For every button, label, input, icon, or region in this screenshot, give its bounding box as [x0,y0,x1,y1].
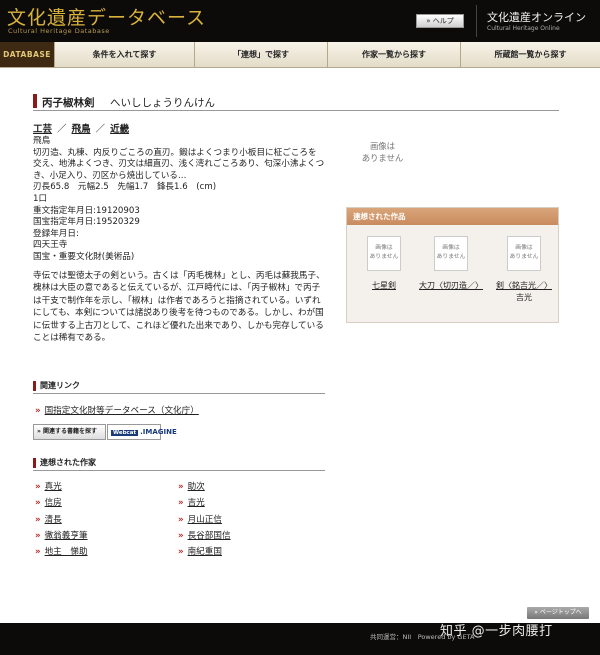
work-thumbnail[interactable]: 画像は ありません [507,236,541,271]
webcat-icon: Webcat [111,430,139,436]
artist-link[interactable]: » 南紀重国 [178,545,222,557]
arrow-icon: » [178,515,184,525]
arrow-icon: » [35,406,41,416]
arrow-icon: » [35,531,41,541]
site-logo-en: Cultural Heritage Database [8,27,110,35]
work-title-link[interactable]: 七星剣 [372,281,396,290]
nav-association-search[interactable]: 「連想」で探す [194,42,327,67]
section-marker [33,458,36,468]
artist-link[interactable]: » 助次 [178,480,205,492]
item-details: 飛鳥 切刃造、丸棟、内反りごころの直刃。鍛はよくつまり小板目に柾ごころを交え、地… [33,136,325,264]
work-thumbnail[interactable]: 画像は ありません [367,236,401,271]
artist-link[interactable]: » 徹翁義亨筆 [35,529,88,541]
work-item: 剣〈銘吉光／〉 吉光 [493,280,555,304]
detail-era: 飛鳥 [33,136,51,146]
artist-link[interactable]: » 長谷部国信 [178,529,231,541]
artist-link[interactable]: » 月山正信 [178,513,222,525]
detail-dimensions: 刃長65.8 元幅2.5 先幅1.7 鋒長1.6 (cm) [33,182,217,193]
detail-registration-date: 登録年月日: [33,228,79,239]
site-header: 文化遺産データベース Cultural Heritage Database » … [0,0,600,42]
nav-database-label: DATABASE [0,42,54,67]
help-button[interactable]: » ヘルプ [416,14,464,28]
arrow-icon: » [178,482,184,492]
arrow-icon: » [178,547,184,557]
header-divider [476,5,477,37]
breadcrumb-era[interactable]: 飛鳥 [72,124,91,135]
heritage-online-link[interactable]: 文化遺産オンライン [487,9,586,25]
arrow-icon: » [35,482,41,492]
detail-features: 切刃造、丸棟、内反りごころの直刃。鍛はよくつまり小板目に柾ごころを交え、地沸よく… [33,147,325,181]
related-works-title: 連想された作品 [347,208,558,225]
related-links-heading: 関連リンク [33,380,325,394]
artist-link[interactable]: » 吉光 [178,496,205,508]
artist-link[interactable]: » 信房 [35,496,62,508]
arrow-icon: » [35,515,41,525]
item-reading: へいししょうりんけん [110,97,215,109]
nav-artist-list[interactable]: 作家一覧から探す [327,42,460,67]
related-artists-title: 連想された作家 [40,458,96,467]
related-artists-heading: 連想された作家 [33,457,325,471]
breadcrumb-region[interactable]: 近畿 [110,124,129,135]
heritage-online-en: Cultural Heritage Online [487,25,560,32]
arrow-icon: » [178,531,184,541]
detail-quantity: 1口 [33,193,48,204]
artist-link[interactable]: » 清長 [35,513,62,525]
breadcrumb-category[interactable]: 工芸 [33,124,52,135]
item-image-placeholder: 画像は ありません [361,141,404,163]
related-links-title: 関連リンク [40,381,80,390]
detail-designation: 国宝・重要文化財(美術品) [33,251,135,262]
title-marker [33,94,37,108]
imagine-button[interactable]: Webcat .IMAGINE [107,424,177,440]
imagine-label: .IMAGINE [140,428,177,436]
work-item: 大刀〈切刃造／〉 [419,280,483,292]
work-thumbnail[interactable]: 画像は ありません [434,236,468,271]
work-artist: 吉光 [516,293,532,302]
artist-link[interactable]: » 地主 悌助 [35,545,88,557]
related-books-button[interactable]: » 関連する書籍を探す [33,424,106,440]
work-item: 七星剣 [355,280,413,292]
artist-link[interactable]: » 真光 [35,480,62,492]
related-link-row: » 国指定文化財等データベース（文化庁） [35,404,199,416]
page-top-button[interactable]: » ページトップへ [527,607,589,619]
section-marker [33,381,36,391]
arrow-icon: » [178,498,184,508]
related-works-panel: 連想された作品 画像は ありません 七星剣 画像は ありません 大刀〈切刃造／〉 画… [346,207,559,323]
site-logo[interactable]: 文化遺産データベース [7,3,206,30]
detail-important-date: 重文指定年月日:19120903 [33,205,140,216]
item-title-bar: 丙子椒林剣 へいししょうりんけん [33,94,559,111]
nav-search-conditions[interactable]: 条件を入れて探す [54,42,194,67]
arrow-icon: » [35,547,41,557]
detail-national-date: 国宝指定年月日:19520329 [33,217,140,228]
nav-museum-list[interactable]: 所蔵館一覧から探す [460,42,600,67]
breadcrumb: 工芸／飛鳥／近畿 [33,124,130,135]
main-nav: DATABASE 条件を入れて探す 「連想」で探す 作家一覧から探す 所蔵館一覧… [0,42,600,68]
detail-owner: 四天王寺 [33,240,68,251]
item-description: 寺伝では聖徳太子の剣という。古くは「丙毛槐林」とし、丙毛は蘇我馬子、槐林は大臣の… [33,271,325,344]
bunka-db-link[interactable]: 国指定文化財等データベース（文化庁） [45,406,199,416]
work-title-link[interactable]: 剣〈銘吉光／〉 [496,281,552,290]
item-title: 丙子椒林剣 [42,97,95,109]
arrow-icon: » [35,498,41,508]
work-title-link[interactable]: 大刀〈切刃造／〉 [419,281,483,290]
zhihu-watermark: 知乎 @一步肉腰打 [440,624,553,639]
